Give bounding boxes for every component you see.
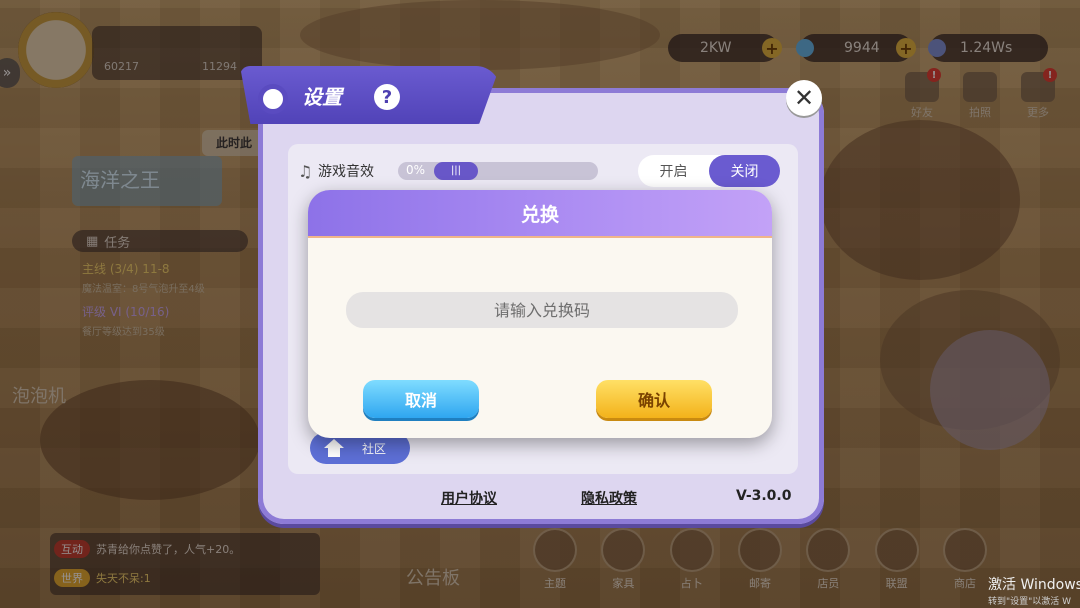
watermark-line: 激活 Windows [988,577,1080,593]
redeem-code-input[interactable] [346,292,738,328]
privacy-policy-link[interactable]: 隐私政策 [581,488,637,508]
dialog-title: 兑换 [308,190,772,238]
community-label: 社区 [362,441,387,456]
help-icon[interactable]: ? [374,84,400,110]
confirm-button[interactable]: 确认 [596,380,712,418]
music-note-icon: ♫ [298,161,313,181]
home-icon [324,439,344,457]
close-icon: ✕ [793,84,815,112]
user-agreement-link[interactable]: 用户协议 [441,488,497,508]
sound-setting-row: ♫ 游戏音效 0% ||| 开启 关闭 [298,152,788,190]
toggle-on-button[interactable]: 开启 [638,155,709,187]
volume-value: 0% [406,163,426,177]
volume-slider[interactable]: 0% ||| [398,162,598,180]
toggle-off-button[interactable]: 关闭 [709,155,780,187]
version-label: V-3.0.0 [736,488,792,504]
slider-thumb[interactable]: ||| [434,162,478,180]
windows-activation-watermark: 激活 Windows 转到"设置"以激活 W [988,572,1080,608]
cancel-button[interactable]: 取消 [363,380,479,418]
redeem-dialog: 兑换 取消 确认 [308,190,772,438]
gear-icon [258,84,288,114]
close-button[interactable]: ✕ [786,80,822,116]
sound-toggle: 开启 关闭 [638,155,780,187]
sound-label: 游戏音效 [318,164,374,180]
watermark-line: 转到"设置"以激活 W [988,597,1072,607]
